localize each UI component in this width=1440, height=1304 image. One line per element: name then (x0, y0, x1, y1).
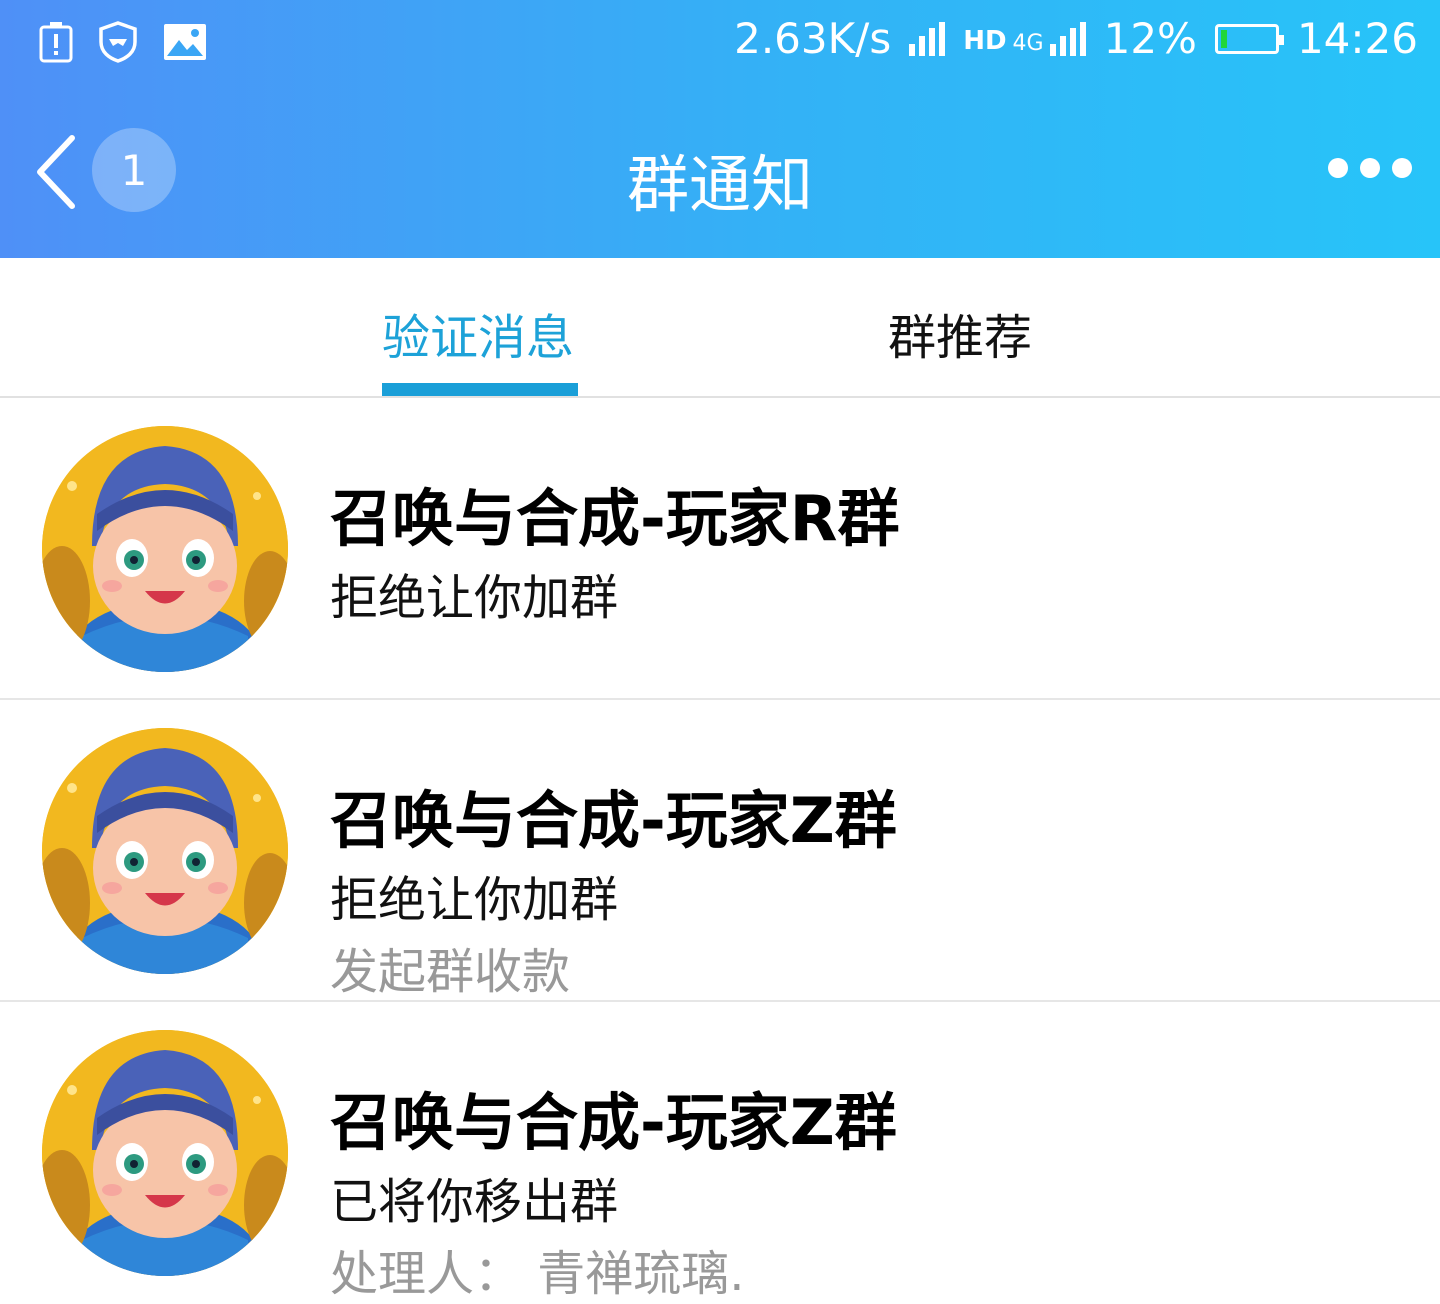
notification-message: 拒绝让你加群 (330, 570, 619, 626)
group-name: 召唤与合成-玩家Z群 (330, 1086, 897, 1159)
battery-alert-icon (38, 21, 74, 67)
group-name: 召唤与合成-玩家R群 (330, 482, 900, 555)
signal-icon (909, 21, 946, 56)
battery-percent: 12% (1103, 14, 1197, 63)
status-bar: 2.63K/s HD 4G 12% 14:26 (0, 0, 1440, 82)
nav-bar: 1 群通知 (0, 82, 1440, 258)
top-bar: 2.63K/s HD 4G 12% 14:26 1 群通知 (0, 0, 1440, 258)
net-speed: 2.63K/s (734, 14, 892, 63)
tab-bar: 验证消息 群推荐 (0, 258, 1440, 398)
battery-level (1220, 29, 1227, 48)
list-item[interactable]: 召唤与合成-玩家Z群 已将你移出群 处理人： 青禅琉璃. (0, 1002, 1440, 1304)
network-label: 4G (1012, 30, 1044, 56)
notification-list: 召唤与合成-玩家R群 拒绝让你加群 召唤与合成-玩家Z群 拒绝让你加群 发起群收… (0, 398, 1440, 1304)
group-name: 召唤与合成-玩家Z群 (330, 784, 897, 857)
avatar[interactable] (42, 728, 288, 974)
signal-4g-icon (1049, 21, 1086, 56)
avatar[interactable] (42, 1030, 288, 1276)
avatar[interactable] (42, 426, 288, 672)
notification-detail: 发起群收款 (330, 944, 571, 1000)
notification-detail: 处理人： 青禅琉璃. (330, 1246, 745, 1302)
page-title: 群通知 (626, 148, 813, 221)
battery-icon (1214, 23, 1284, 54)
tab-indicator (382, 383, 578, 396)
notification-message: 拒绝让你加群 (330, 872, 619, 928)
shield-icon (96, 20, 140, 68)
more-dots-icon[interactable] (1328, 158, 1412, 178)
notification-message: 已将你移出群 (330, 1174, 619, 1230)
clock: 14:26 (1296, 14, 1418, 63)
tab-group-recommend[interactable]: 群推荐 (888, 298, 1032, 368)
list-item[interactable]: 召唤与合成-玩家R群 拒绝让你加群 (0, 398, 1440, 700)
list-item[interactable]: 召唤与合成-玩家Z群 拒绝让你加群 发起群收款 (0, 700, 1440, 1002)
tab-verification[interactable]: 验证消息 (382, 298, 574, 368)
image-icon (162, 22, 208, 66)
hd-label: HD (963, 25, 1007, 56)
